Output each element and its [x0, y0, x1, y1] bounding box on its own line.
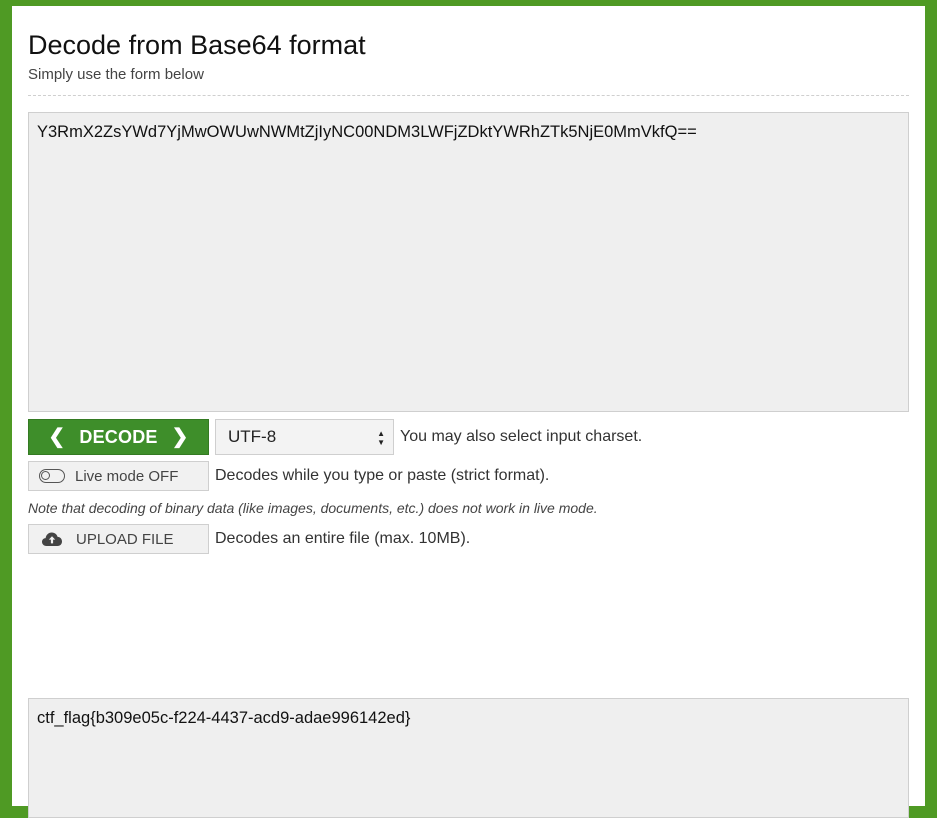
select-arrows-icon: ▲ ▼	[377, 429, 385, 447]
charset-selected-value: UTF-8	[228, 427, 277, 446]
decode-button-label: DECODE	[79, 426, 158, 447]
page-subtitle: Simply use the form below	[28, 66, 204, 83]
decode-controls-row: ❮ DECODE ❯ UTF-8 ▲ ▼ You may also select …	[28, 419, 909, 455]
dashed-divider	[28, 95, 909, 96]
charset-select[interactable]: UTF-8 ▲ ▼	[215, 419, 394, 455]
live-mode-toggle[interactable]: Live mode OFF	[28, 461, 209, 491]
page-title: Decode from Base64 format	[28, 30, 366, 60]
chevron-right-icon: ❯	[171, 426, 189, 448]
toggle-switch-icon	[39, 469, 65, 483]
chevron-left-icon: ❮	[48, 426, 66, 448]
live-mode-description: Decodes while you type or paste (strict …	[215, 467, 550, 484]
upload-file-label: UPLOAD FILE	[76, 530, 174, 548]
live-mode-note: Note that decoding of binary data (like …	[28, 500, 598, 516]
decode-button[interactable]: ❮ DECODE ❯	[28, 419, 209, 455]
cloud-upload-icon	[42, 532, 62, 546]
live-mode-row: Live mode OFF Decodes while you type or …	[28, 461, 909, 491]
upload-file-button[interactable]: UPLOAD FILE	[28, 524, 209, 554]
base64-input-textarea[interactable]: Y3RmX2ZsYWd7YjMwOWUwNWMtZjIyNC00NDM3LWFj…	[28, 112, 909, 412]
decoded-output-textarea[interactable]: ctf_flag{b309e05c-f224-4437-acd9-adae996…	[28, 698, 909, 818]
decoder-panel: Decode from Base64 format Simply use the…	[12, 6, 925, 818]
upload-description: Decodes an entire file (max. 10MB).	[215, 530, 471, 547]
charset-hint: You may also select input charset.	[400, 428, 643, 445]
live-mode-label: Live mode OFF	[75, 467, 179, 485]
upload-row: UPLOAD FILE Decodes an entire file (max.…	[28, 524, 909, 554]
